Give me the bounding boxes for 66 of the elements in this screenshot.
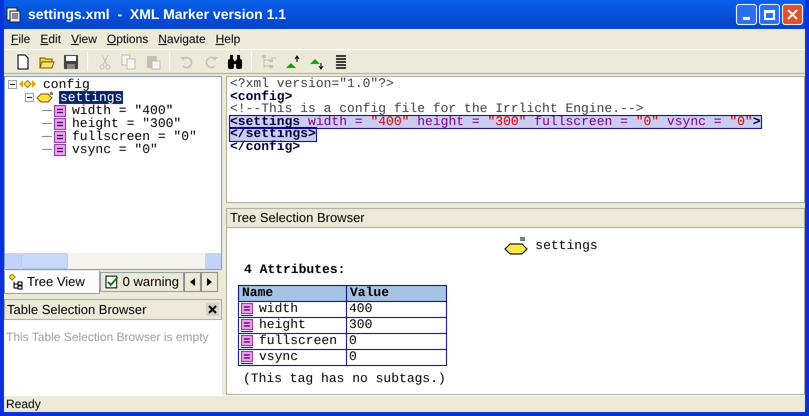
tab-scroll-right-button[interactable] bbox=[201, 272, 218, 292]
menu-item[interactable]: Options bbox=[102, 30, 154, 48]
checklist-icon bbox=[105, 275, 119, 289]
code-line: <config> bbox=[230, 90, 292, 103]
node-name: settings bbox=[535, 237, 598, 256]
attribute-icon bbox=[54, 130, 66, 142]
collapse-toggle-icon[interactable] bbox=[25, 93, 34, 102]
panel-title: Tree Selection Browser bbox=[230, 209, 365, 228]
close-panel-button[interactable] bbox=[206, 303, 219, 316]
tab[interactable]: 0 warning bbox=[100, 272, 184, 292]
element-icon bbox=[35, 92, 54, 103]
element-icon bbox=[18, 79, 37, 90]
table-cell: width bbox=[259, 302, 298, 316]
attributes-heading: 4 Attributes: bbox=[244, 261, 346, 279]
minimize-button[interactable] bbox=[736, 4, 757, 25]
menu-item[interactable]: Edit bbox=[35, 30, 66, 48]
tab-scroll-left-button[interactable] bbox=[184, 272, 201, 292]
tree-item[interactable]: settings bbox=[59, 91, 124, 104]
attribute-icon bbox=[54, 144, 66, 156]
column-header: Name bbox=[238, 285, 346, 301]
tree-icon bbox=[260, 54, 276, 70]
tab[interactable]: Tree View bbox=[4, 271, 100, 294]
menu-item[interactable]: File bbox=[6, 30, 36, 48]
tree-icon bbox=[9, 274, 23, 290]
tree-item[interactable]: fullscreen = "0" bbox=[71, 130, 198, 143]
close-button[interactable] bbox=[782, 4, 803, 25]
left-triangle-icon bbox=[190, 278, 195, 286]
window-title: settings.xml - XML Marker version 1.1 bbox=[28, 5, 288, 24]
tree-item[interactable]: height = "300" bbox=[71, 117, 182, 130]
arrow-up-icon bbox=[284, 54, 300, 70]
table-cell: height bbox=[259, 318, 306, 332]
empty-message: This Table Selection Browser is empty bbox=[6, 330, 209, 344]
table-cell: 400 bbox=[346, 301, 446, 317]
code-line: <!--This is a config file for the Irrlicht Engine.--> bbox=[230, 103, 644, 116]
no-subtags-note: (This tag has no subtags.) bbox=[243, 370, 447, 388]
collapse-toggle-icon[interactable] bbox=[8, 80, 17, 89]
attribute-icon bbox=[54, 104, 66, 116]
code-line: </config> bbox=[230, 140, 300, 153]
close-icon bbox=[208, 305, 217, 314]
tree-item[interactable]: width = "400" bbox=[71, 104, 174, 117]
table-cell: 300 bbox=[346, 317, 446, 333]
menu-item[interactable]: View bbox=[66, 30, 102, 48]
table-cell: 0 bbox=[346, 333, 446, 349]
document-icon bbox=[14, 54, 30, 70]
close-icon bbox=[787, 9, 798, 20]
menu-item[interactable]: Help bbox=[210, 30, 246, 48]
table-cell: fullscreen bbox=[259, 334, 338, 348]
table-cell: 0 bbox=[346, 349, 446, 365]
right-triangle-icon bbox=[207, 278, 212, 286]
scissors-icon bbox=[96, 54, 112, 70]
copy-icon bbox=[120, 54, 136, 70]
column-header: Value bbox=[346, 285, 446, 301]
binoculars-icon bbox=[226, 54, 242, 70]
table-cell: vsync bbox=[259, 350, 298, 364]
horizontal-scrollbar[interactable] bbox=[5, 253, 221, 269]
clipboard-icon bbox=[144, 54, 160, 70]
maximize-button[interactable] bbox=[759, 4, 780, 25]
panel-title: Table Selection Browser bbox=[7, 300, 146, 319]
element-icon bbox=[503, 236, 530, 256]
status-text: Ready bbox=[6, 396, 41, 413]
tree-item[interactable]: vsync = "0" bbox=[71, 143, 159, 156]
document-icon bbox=[6, 6, 22, 22]
code-line: <?xml version="1.0"?> bbox=[230, 78, 394, 90]
attribute-icon bbox=[54, 118, 66, 130]
tree-item[interactable]: config bbox=[42, 78, 91, 91]
menu-item[interactable]: Navigate bbox=[153, 30, 211, 48]
